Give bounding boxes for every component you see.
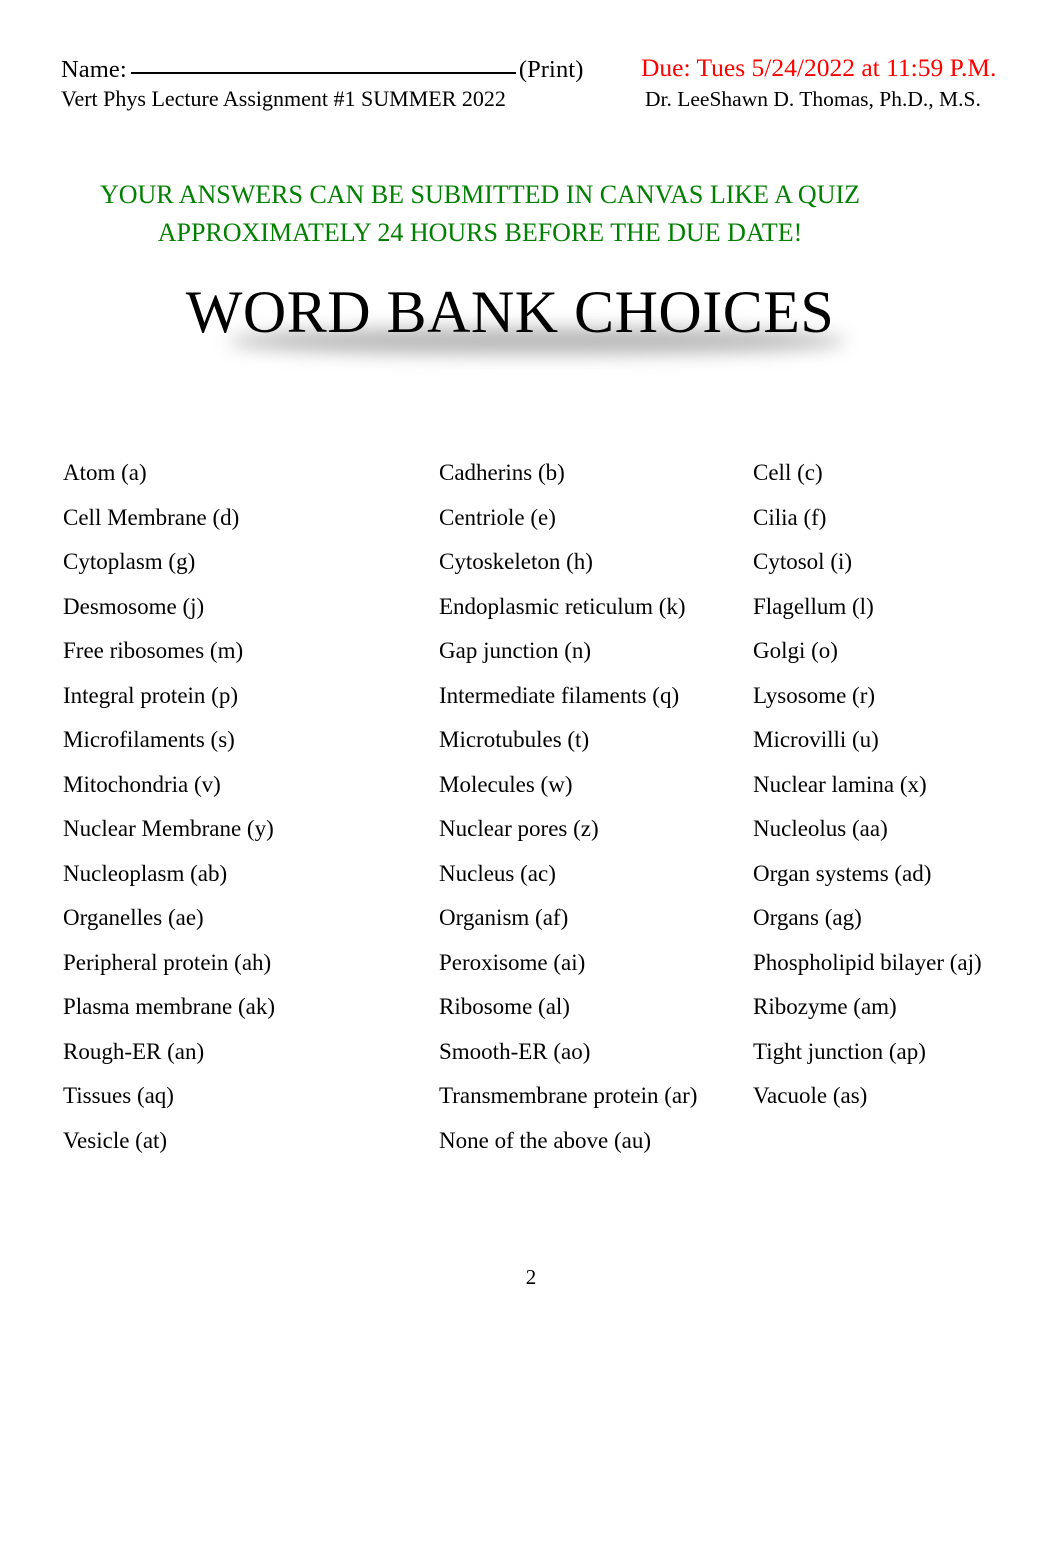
word-bank-row: Integral protein (p) Intermediate filamen… xyxy=(0,682,1062,727)
word-bank-item: Lysosome (r) xyxy=(753,682,876,708)
word-bank-item: Nucleoplasm (ab) xyxy=(63,860,228,886)
word-bank-item: Cell (c) xyxy=(753,460,823,485)
word-bank-row: Cell Membrane (d) Centriole (e) Cilia (f) xyxy=(0,504,1062,549)
word-bank-item: Integral protein (p) xyxy=(63,682,238,708)
word-bank-item: Flagellum (l) xyxy=(753,593,874,619)
word-bank-row: Nucleoplasm (ab) Nucleus (ac) Organ system… xyxy=(0,860,1062,905)
word-bank-row: Free ribosomes (m) Gap junction (n) Golgi … xyxy=(0,637,1062,682)
word-bank-row: Peripheral protein (ah) Peroxisome (ai) Ph… xyxy=(0,949,1062,994)
word-bank-row: Vesicle (at) None of the above (au) xyxy=(0,1127,1062,1172)
word-bank-row: Mitochondria (v) Molecules (w) Nuclear lam… xyxy=(0,771,1062,816)
page-title-container: WORD BANK CHOICES xyxy=(0,276,1020,354)
word-bank-item: Tight junction (ap) xyxy=(753,1038,926,1064)
word-bank-item: Free ribosomes (m) xyxy=(63,638,244,663)
word-bank-item: Nuclear pores (z) xyxy=(439,816,599,841)
word-bank-item: Peripheral protein (ah) xyxy=(63,949,272,975)
document-header: Name: (Print) Due: Tues 5/24/2022 at 11:5… xyxy=(0,53,1062,247)
name-field-line: Name: (Print) xyxy=(61,54,583,85)
word-bank-item: Nucleus (ac) xyxy=(439,860,556,886)
word-bank-row: Desmosome (j) Endoplasmic reticulum (k) Fl… xyxy=(0,593,1062,638)
word-bank-item: Transmembrane protein (ar) xyxy=(439,1083,698,1108)
word-bank-item: Molecules (w) xyxy=(439,771,573,797)
word-bank-list: Atom (a) Cadherins (b) Cell (c) Cell Membra… xyxy=(0,459,1062,1171)
name-label: Name: xyxy=(61,56,127,83)
word-bank-item: Cilia (f) xyxy=(753,504,827,530)
print-label: (Print) xyxy=(518,56,584,83)
instructor-name: Dr. LeeShawn D. Thomas, Ph.D., M.S. xyxy=(645,87,981,111)
word-bank-item: Cytosol (i) xyxy=(753,549,853,574)
word-bank-item: Atom (a) xyxy=(63,460,147,485)
word-bank-row: Rough-ER (an) Smooth-ER (ao) Tight junctio… xyxy=(0,1038,1062,1083)
word-bank-row: Microfilaments (s) Microtubules (t) Microv… xyxy=(0,726,1062,771)
word-bank-item: Gap junction (n) xyxy=(439,638,592,663)
word-bank-item: Vacuole (as) xyxy=(753,1083,868,1108)
word-bank-row: Plasma membrane (ak) Ribosome (al) Ribozym… xyxy=(0,993,1062,1038)
word-bank-item: None of the above (au) xyxy=(439,1127,652,1153)
word-bank-item: Centriole (e) xyxy=(439,504,556,530)
word-bank-item: Ribosome (al) xyxy=(439,994,570,1019)
word-bank-item: Peroxisome (ai) xyxy=(439,949,586,975)
submission-notice-line-1: YOUR ANSWERS CAN BE SUBMITTED IN CANVAS … xyxy=(99,180,861,209)
word-bank-item: Organelles (ae) xyxy=(63,905,204,930)
word-bank-item: Vesicle (at) xyxy=(63,1127,168,1153)
document-page: Name: (Print) Due: Tues 5/24/2022 at 11:5… xyxy=(0,0,1062,1561)
word-bank-item: Ribozyme (am) xyxy=(753,994,897,1019)
word-bank-item: Desmosome (j) xyxy=(63,593,205,619)
word-bank-item: Plasma membrane (ak) xyxy=(63,994,276,1019)
due-date-text: Due: Tues 5/24/2022 at 11:59 P.M. xyxy=(641,53,997,82)
word-bank-row: Cytoplasm (g) Cytoskeleton (h) Cytosol (i) xyxy=(0,548,1062,593)
word-bank-item: Cell Membrane (d) xyxy=(63,504,240,530)
word-bank-item: Intermediate filaments (q) xyxy=(439,682,680,708)
word-bank-item: Organ systems (ad) xyxy=(753,860,932,886)
page-number: 2 xyxy=(525,1265,537,1289)
word-bank-item: Phospholipid bilayer (aj) xyxy=(753,949,982,975)
word-bank-item: Microvilli (u) xyxy=(753,727,879,752)
word-bank-row: Nuclear Membrane (y) Nuclear pores (z) Nuc… xyxy=(0,815,1062,860)
course-assignment-line: Vert Phys Lecture Assignment #1 SUMMER 2… xyxy=(61,86,506,111)
word-bank-item: Endoplasmic reticulum (k) xyxy=(439,593,686,619)
header-top-row: Name: (Print) Due: Tues 5/24/2022 at 11:5… xyxy=(0,53,1062,85)
word-bank-item: Microtubules (t) xyxy=(439,727,590,752)
word-bank-row: Organelles (ae) Organism (af) Organs (ag) xyxy=(0,904,1062,949)
word-bank-item: Mitochondria (v) xyxy=(63,771,221,797)
word-bank-item: Microfilaments (s) xyxy=(63,727,235,752)
word-bank-item: Golgi (o) xyxy=(753,638,838,663)
word-bank-item: Cytoskeleton (h) xyxy=(439,549,593,574)
word-bank-item: Cytoplasm (g) xyxy=(63,549,196,574)
word-bank-item: Cadherins (b) xyxy=(439,460,565,485)
word-bank-item: Nuclear Membrane (y) xyxy=(63,816,274,841)
word-bank-item: Rough-ER (an) xyxy=(63,1038,205,1064)
word-bank-item: Smooth-ER (ao) xyxy=(439,1038,591,1064)
word-bank-item: Nucleolus (aa) xyxy=(753,816,888,841)
name-blank-underline[interactable] xyxy=(130,72,516,74)
submission-notice-line-2: APPROXIMATELY 24 HOURS BEFORE THE DUE DA… xyxy=(157,218,803,247)
word-bank-row: Atom (a) Cadherins (b) Cell (c) xyxy=(0,459,1062,504)
word-bank-item: Organism (af) xyxy=(439,905,569,930)
word-bank-item: Organs (ag) xyxy=(753,905,862,930)
word-bank-row: Tissues (aq) Transmembrane protein (ar) Va… xyxy=(0,1082,1062,1127)
submission-notice: YOUR ANSWERS CAN BE SUBMITTED IN CANVAS … xyxy=(0,176,960,252)
word-bank-item: Tissues (aq) xyxy=(63,1083,174,1108)
page-title: WORD BANK CHOICES xyxy=(185,279,835,345)
word-bank-item: Nuclear lamina (x) xyxy=(753,771,927,797)
